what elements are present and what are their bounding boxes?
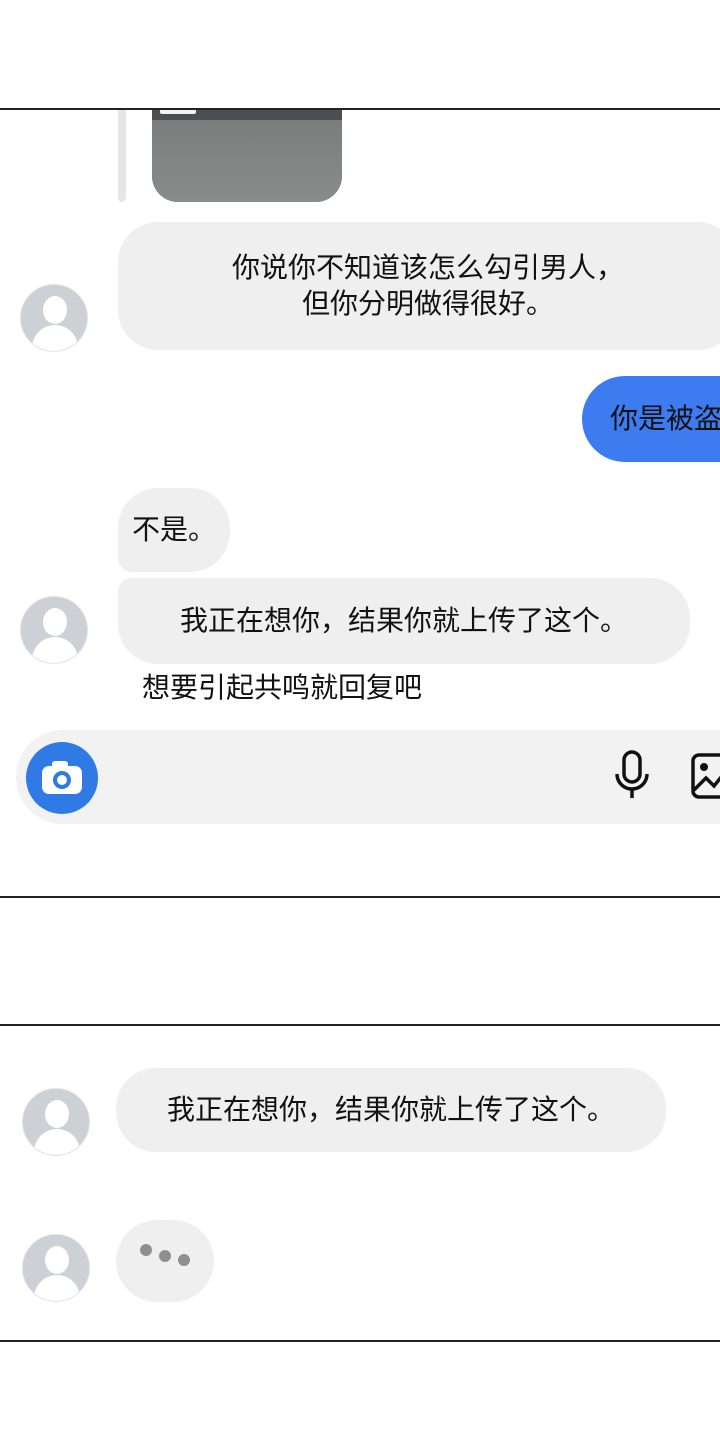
received-message-bubble[interactable]: 我正在想你，结果你就上传了这个。 bbox=[116, 1068, 666, 1152]
car-image-detail bbox=[160, 110, 196, 114]
reply-indicator-bar bbox=[118, 110, 126, 202]
reply-prompt-text: 想要引起共鸣就回复吧 bbox=[142, 671, 423, 704]
received-message-bubble[interactable]: 你说你不知道该怎么勾引男人， 但你分明做得很好。 bbox=[118, 222, 720, 350]
camera-icon[interactable] bbox=[26, 742, 98, 814]
microphone-icon[interactable] bbox=[612, 750, 652, 802]
shared-photo-thumbnail[interactable] bbox=[152, 110, 342, 202]
typing-dots-icon bbox=[116, 1220, 214, 1302]
received-message-bubble[interactable]: 我正在想你，结果你就上传了这个。 bbox=[118, 578, 690, 664]
sent-message-bubble[interactable]: 你是被盗 bbox=[582, 376, 720, 462]
chat-panel-2: 我正在想你，结果你就上传了这个。 bbox=[0, 1024, 720, 1342]
avatar[interactable] bbox=[20, 596, 88, 664]
avatar[interactable] bbox=[22, 1234, 90, 1302]
received-message-bubble[interactable]: 不是。 bbox=[118, 488, 230, 572]
chat-panel-1: 你说你不知道该怎么勾引男人， 但你分明做得很好。 你是被盗 不是。 我正在想你，… bbox=[0, 108, 720, 898]
avatar[interactable] bbox=[20, 284, 88, 352]
image-icon[interactable] bbox=[690, 752, 720, 800]
avatar[interactable] bbox=[22, 1088, 90, 1156]
